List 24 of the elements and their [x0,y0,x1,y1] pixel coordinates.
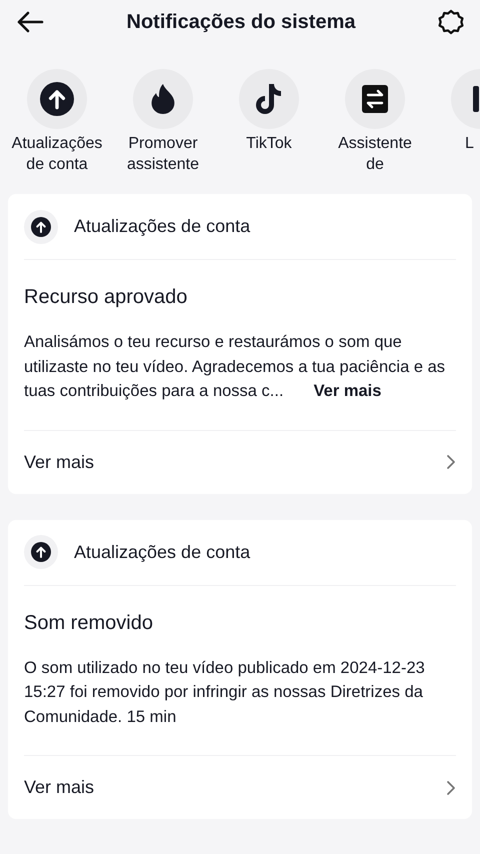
category-item[interactable]: Assistente de [322,69,428,194]
flame-icon [149,83,177,115]
music-note-icon [254,82,284,116]
category-item[interactable]: Promover assistente [110,69,216,194]
category-item[interactable]: L [428,69,480,194]
see-more-row[interactable]: Ver mais [24,430,456,494]
swap-icon [361,84,389,114]
upload-icon [31,542,51,562]
notification-body: O som utilizado no teu vídeo publicado em 2024-12-23 15:27 foi removido por infringir as nossas Diretrizes da Comunidade. 15 min [24,658,426,728]
chevron-right-icon [446,780,456,796]
notification-source: Atualizações de conta [74,215,250,238]
see-more-link[interactable]: Ver mais [314,382,382,400]
bar-icon [473,86,479,112]
category-item[interactable]: Atualizações de conta [4,69,110,194]
category-item[interactable]: TikTok [216,69,322,194]
upload-icon [40,82,74,116]
notification-source: Atualizações de conta [74,540,250,564]
notification-title: Som removido [24,610,154,636]
chevron-right-icon [446,454,456,470]
see-more-row[interactable]: Ver mais [24,755,456,819]
notification-title: Recurso aprovado [24,285,188,310]
page-title: Notificações do sistema [126,10,356,35]
upload-icon [31,216,51,236]
notification-body: Analisámos o teu recurso e restaurámos o som que utilizaste no teu vídeo. Agradecemos a tua paciência e as tuas contribuições para a nossa c... Ver mais [24,332,446,402]
